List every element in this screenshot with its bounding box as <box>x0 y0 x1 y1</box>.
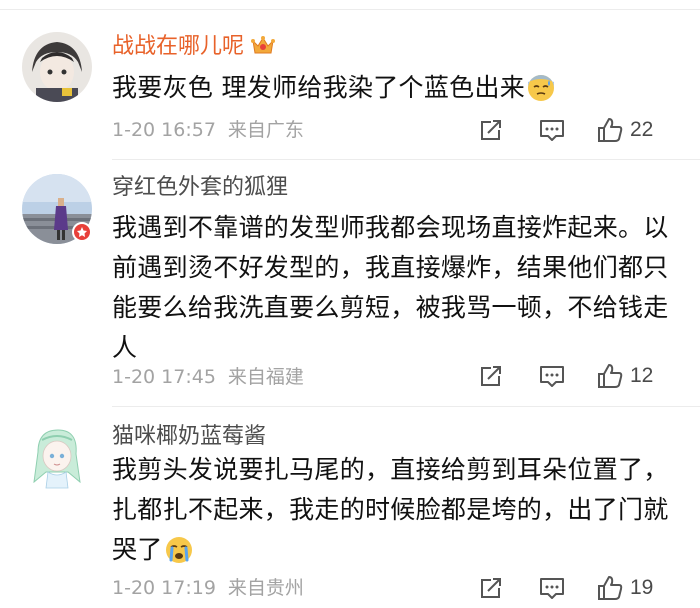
crown-badge-icon <box>250 34 276 64</box>
like-count: 19 <box>630 576 654 599</box>
reply-button[interactable] <box>538 361 566 391</box>
comment-actions: 22 <box>478 115 678 145</box>
username[interactable]: 穿红色外套的狐狸 <box>112 174 288 202</box>
share-icon <box>481 120 501 140</box>
crying-emoji-icon <box>165 536 193 576</box>
like-count: 12 <box>630 364 654 387</box>
comment-item: 战战在哪儿呢 我要灰色 理发师给我染了个蓝色出来 1-20 16:57 来自广东 … <box>0 0 700 160</box>
share-button[interactable] <box>478 361 504 391</box>
comment-item: 猫咪椰奶蓝莓酱 我剪头发说要扎马尾的，直接给剪到耳朵位置了，扎都扎不起来，我走的… <box>0 408 700 608</box>
comment-meta: 1-20 17:19 来自贵州 <box>112 576 304 600</box>
comment-item: 穿红色外套的狐狸 我遇到不靠谱的发型师我都会现场直接炸起来。以前遇到烫不好发型的… <box>0 160 700 408</box>
like-button[interactable]: 22 <box>596 115 653 145</box>
username-text: 猫咪椰奶蓝莓酱 <box>112 424 267 449</box>
comment-date: 1-20 16:57 <box>112 119 216 141</box>
comment-meta: 1-20 17:45 来自福建 <box>112 365 304 389</box>
comment-location: 来自福建 <box>227 366 304 388</box>
comment-date: 1-20 17:19 <box>112 577 216 599</box>
like-button[interactable]: 19 <box>596 573 653 603</box>
comment-text: 我剪头发说要扎马尾的，直接给剪到耳朵位置了，扎都扎不起来，我走的时候脸都是垮的，… <box>112 450 682 576</box>
like-button[interactable]: 12 <box>596 361 653 391</box>
reply-button[interactable] <box>538 115 566 145</box>
avatar[interactable] <box>22 422 92 492</box>
username-text: 战战在哪儿呢 <box>112 34 245 59</box>
user-badge-icon <box>72 222 92 242</box>
comment-meta: 1-20 16:57 来自广东 <box>112 118 304 142</box>
comment-date: 1-20 17:45 <box>112 366 216 388</box>
share-icon <box>481 578 501 598</box>
comment-icon <box>540 120 564 141</box>
comment-location: 来自贵州 <box>227 577 304 599</box>
cold-sweat-emoji-icon <box>527 74 555 114</box>
share-button[interactable] <box>478 573 504 603</box>
comment-text: 我遇到不靠谱的发型师我都会现场直接炸起来。以前遇到烫不好发型的，我直接爆炸，结果… <box>112 213 669 362</box>
divider <box>112 406 700 407</box>
avatar[interactable] <box>22 32 92 102</box>
reply-button[interactable] <box>538 573 566 603</box>
comment-icon <box>540 578 564 599</box>
comment-text: 我要灰色 理发师给我染了个蓝色出来 <box>112 68 682 114</box>
thumbs-up-icon <box>598 364 623 388</box>
username-text: 穿红色外套的狐狸 <box>112 175 289 200</box>
share-button[interactable] <box>478 115 504 145</box>
username[interactable]: 猫咪椰奶蓝莓酱 <box>112 423 266 451</box>
username[interactable]: 战战在哪儿呢 <box>112 33 276 64</box>
share-icon <box>481 366 501 386</box>
like-count: 22 <box>630 118 654 141</box>
thumbs-up-icon <box>598 118 623 142</box>
comment-location: 来自广东 <box>227 119 304 141</box>
comment-icon <box>540 366 564 387</box>
thumbs-up-icon <box>598 576 623 600</box>
comment-actions: 12 <box>478 361 678 391</box>
comment-actions: 19 <box>478 573 678 603</box>
